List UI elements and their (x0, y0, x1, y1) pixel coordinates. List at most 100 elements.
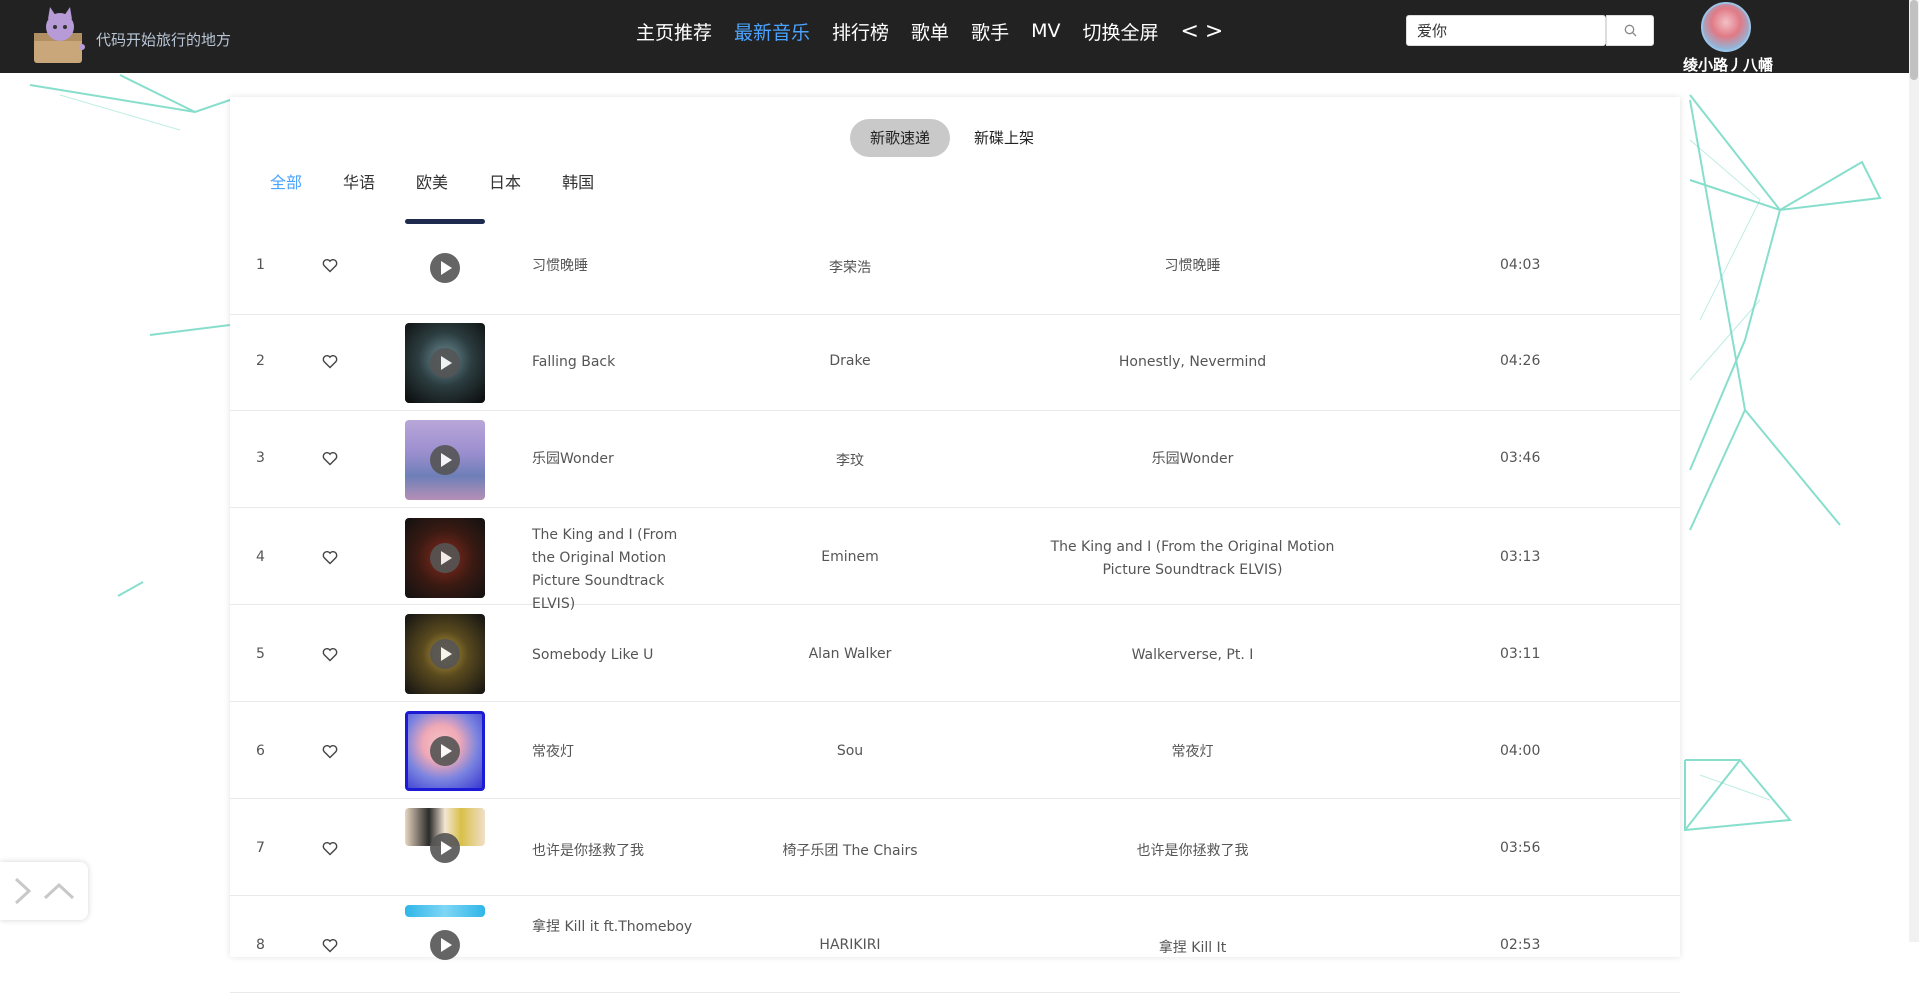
table-row[interactable]: 8 拿捏 Kill it ft.Thomeboy HARIKIRI 拿捏 Kil… (230, 897, 1680, 993)
song-index: 6 (256, 743, 265, 759)
album-cover (405, 219, 485, 224)
song-index: 4 (256, 549, 265, 565)
nav-item-mv[interactable]: MV (1031, 20, 1060, 42)
logo[interactable]: 代码开始旅行的地方 (30, 0, 231, 73)
song-name[interactable]: Somebody Like U (532, 644, 697, 667)
play-icon[interactable] (430, 736, 460, 766)
tab-new-songs[interactable]: 新歌速递 (850, 119, 951, 157)
top-navigation-bar: 代码开始旅行的地方 主页推荐 最新音乐 排行榜 歌单 歌手 MV 切换全屏 < … (0, 0, 1919, 75)
song-album[interactable]: The King and I (From the Original Motion… (1030, 536, 1355, 582)
song-index: 5 (256, 646, 265, 662)
sub-tabs: 新歌速递 新碟上架 (850, 119, 1058, 157)
song-album[interactable]: Walkerverse, Pt. I (1030, 644, 1355, 667)
song-name[interactable]: 乐园Wonder (532, 448, 697, 471)
cat-box-logo-icon (34, 6, 85, 63)
song-name[interactable]: The King and I (From the Original Motion… (532, 524, 697, 616)
song-index: 2 (256, 353, 265, 369)
song-album[interactable]: 常夜灯 (1030, 741, 1355, 764)
song-name[interactable]: 习惯晚睡 (532, 255, 697, 278)
heart-icon[interactable] (322, 647, 338, 662)
nav-item-playlists[interactable]: 歌单 (911, 18, 949, 45)
play-icon[interactable] (430, 348, 460, 378)
song-duration: 03:56 (1500, 840, 1541, 856)
play-icon[interactable] (430, 253, 460, 283)
next-arrow-icon[interactable] (12, 876, 32, 906)
region-western[interactable]: 欧美 (416, 169, 448, 193)
region-japan[interactable]: 日本 (489, 169, 521, 193)
song-index: 8 (256, 937, 265, 953)
song-duration: 04:00 (1500, 743, 1541, 759)
song-album[interactable]: 也许是你拯救了我 (1030, 840, 1355, 863)
nav-item-fullscreen[interactable]: 切换全屏 (1082, 18, 1158, 45)
table-row[interactable]: 7 也许是你拯救了我 椅子乐团 The Chairs 也许是你拯救了我 03:5… (230, 800, 1680, 896)
heart-icon[interactable] (322, 744, 338, 759)
region-all[interactable]: 全部 (270, 169, 302, 193)
song-artist[interactable]: Drake (700, 353, 1000, 369)
region-filter: 全部 华语 欧美 日本 韩国 (270, 169, 635, 193)
scroll-to-top-icon[interactable] (42, 881, 76, 901)
song-duration: 03:11 (1500, 646, 1541, 662)
song-duration: 03:46 (1500, 450, 1541, 466)
song-album[interactable]: Honestly, Nevermind (1030, 351, 1355, 374)
play-icon[interactable] (430, 639, 460, 669)
user-avatar[interactable] (1701, 2, 1751, 52)
floating-controls (0, 862, 88, 920)
heart-icon[interactable] (322, 258, 338, 273)
table-row[interactable]: 2 Falling Back Drake Honestly, Nevermind… (230, 315, 1680, 411)
song-name[interactable]: 常夜灯 (532, 741, 697, 764)
song-artist[interactable]: Alan Walker (700, 646, 1000, 662)
play-icon[interactable] (430, 445, 460, 475)
table-row[interactable]: 1 习惯晚睡 李荣浩 习惯晚睡 04:03 (230, 219, 1680, 315)
song-duration: 03:13 (1500, 549, 1541, 565)
region-chinese[interactable]: 华语 (343, 169, 375, 193)
nav-item-charts[interactable]: 排行榜 (832, 18, 889, 45)
page-scrollbar[interactable] (1909, 0, 1919, 942)
play-icon[interactable] (430, 833, 460, 863)
table-row[interactable]: 5 Somebody Like U Alan Walker Walkervers… (230, 606, 1680, 702)
nav-item-artists[interactable]: 歌手 (971, 18, 1009, 45)
table-row[interactable]: 3 乐园Wonder 李玟 乐园Wonder 03:46 (230, 412, 1680, 508)
song-artist[interactable]: Sou (700, 743, 1000, 759)
album-cover (405, 905, 485, 917)
search-icon (1624, 24, 1636, 37)
song-album[interactable]: 乐园Wonder (1030, 448, 1355, 471)
play-icon[interactable] (430, 930, 460, 960)
page-scrollbar-thumb[interactable] (1910, 0, 1918, 80)
region-korea[interactable]: 韩国 (562, 169, 594, 193)
forward-arrow-icon[interactable]: > (1205, 19, 1223, 44)
heart-icon[interactable] (322, 938, 338, 953)
song-artist[interactable]: 李玟 (700, 450, 1000, 470)
logo-text: 代码开始旅行的地方 (96, 31, 232, 49)
new-music-panel: 新歌速递 新碟上架 全部 华语 欧美 日本 韩国 1 习惯晚睡 李荣浩 习惯晚睡… (230, 97, 1680, 993)
heart-icon[interactable] (322, 354, 338, 369)
user-name[interactable]: 绫小路丿八幡 (1683, 54, 1773, 75)
search-input[interactable] (1406, 15, 1606, 46)
song-duration: 02:53 (1500, 937, 1541, 953)
tab-new-albums[interactable]: 新碟上架 (954, 119, 1054, 157)
table-row[interactable]: 4 The King and I (From the Original Moti… (230, 509, 1680, 612)
song-duration: 04:03 (1500, 257, 1541, 273)
song-duration: 04:26 (1500, 353, 1541, 369)
nav-item-home[interactable]: 主页推荐 (636, 18, 712, 45)
nav-item-new-music[interactable]: 最新音乐 (734, 18, 810, 45)
song-index: 1 (256, 257, 265, 273)
main-nav: 主页推荐 最新音乐 排行榜 歌单 歌手 MV 切换全屏 < > (636, 0, 1229, 62)
song-index: 3 (256, 450, 265, 466)
back-arrow-icon[interactable]: < (1180, 19, 1198, 44)
heart-icon[interactable] (322, 550, 338, 565)
song-name[interactable]: 也许是你拯救了我 (532, 840, 697, 863)
play-icon[interactable] (430, 543, 460, 573)
search-button[interactable] (1606, 15, 1654, 46)
song-artist[interactable]: 李荣浩 (700, 257, 1000, 277)
song-artist[interactable]: 椅子乐团 The Chairs (700, 840, 1000, 860)
heart-icon[interactable] (322, 451, 338, 466)
song-index: 7 (256, 840, 265, 856)
song-artist[interactable]: HARIKIRI (700, 937, 1000, 953)
song-album[interactable]: 习惯晚睡 (1030, 255, 1355, 278)
song-name[interactable]: Falling Back (532, 351, 697, 374)
table-row[interactable]: 6 常夜灯 Sou 常夜灯 04:00 (230, 703, 1680, 799)
heart-icon[interactable] (322, 841, 338, 856)
song-name[interactable]: 拿捏 Kill it ft.Thomeboy (532, 916, 697, 939)
song-artist[interactable]: Eminem (700, 549, 1000, 565)
song-album[interactable]: 拿捏 Kill It (1030, 937, 1355, 960)
